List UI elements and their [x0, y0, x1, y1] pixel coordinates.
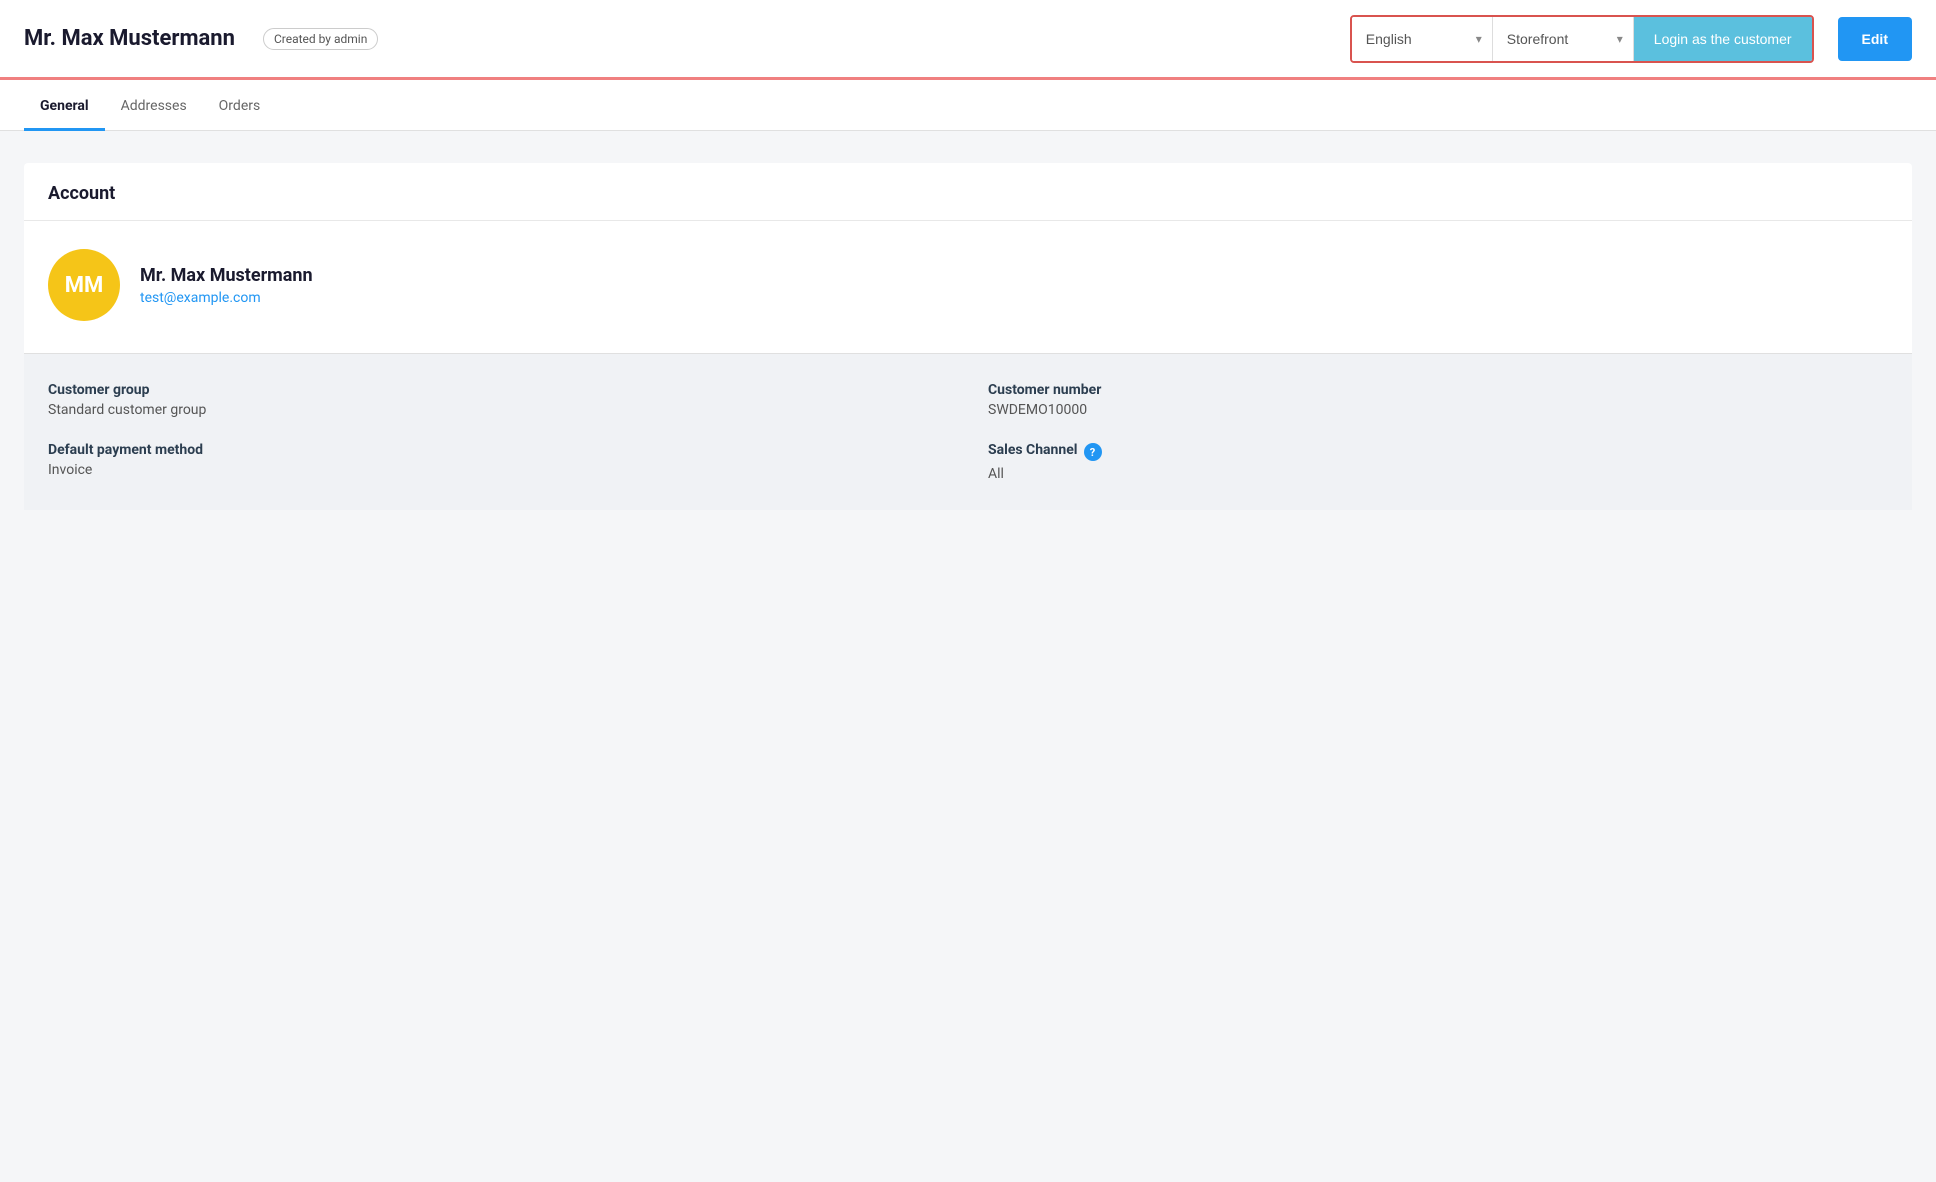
- sales-channel-label: Sales Channel: [988, 442, 1078, 458]
- customer-number-value: SWDEMO10000: [988, 402, 1888, 418]
- default-payment-item: Default payment method Invoice: [48, 442, 948, 482]
- language-select-wrapper: English German French ▾: [1352, 17, 1493, 61]
- account-info: MM Mr. Max Mustermann test@example.com: [48, 249, 1888, 321]
- account-details: Mr. Max Mustermann test@example.com: [140, 265, 313, 306]
- customer-group-label: Customer group: [48, 382, 948, 398]
- account-full-name: Mr. Max Mustermann: [140, 265, 313, 286]
- tab-orders[interactable]: Orders: [203, 80, 277, 131]
- customer-number-item: Customer number SWDEMO10000: [988, 382, 1888, 418]
- sales-channel-label-row: Sales Channel ?: [988, 442, 1888, 462]
- avatar: MM: [48, 249, 120, 321]
- help-icon[interactable]: ?: [1084, 443, 1102, 461]
- metadata-section: Customer group Standard customer group C…: [24, 353, 1912, 510]
- tabs-bar: General Addresses Orders: [0, 80, 1936, 131]
- storefront-select-wrapper: Storefront Headless ▾: [1493, 17, 1634, 61]
- page-title: Mr. Max Mustermann: [24, 26, 235, 51]
- account-section-title: Account: [48, 183, 115, 204]
- customer-group-value: Standard customer group: [48, 402, 948, 418]
- sales-channel-value: All: [988, 466, 1888, 482]
- account-card-header: Account: [24, 163, 1912, 221]
- default-payment-value: Invoice: [48, 462, 948, 478]
- account-card: Account MM Mr. Max Mustermann test@examp…: [24, 163, 1912, 510]
- storefront-select[interactable]: Storefront Headless: [1493, 17, 1633, 61]
- header-actions-group: English German French ▾ Storefront Headl…: [1350, 15, 1814, 63]
- page-header: Mr. Max Mustermann Created by admin Engl…: [0, 0, 1936, 80]
- tab-general[interactable]: General: [24, 80, 105, 131]
- sales-channel-item: Sales Channel ? All: [988, 442, 1888, 482]
- tab-addresses[interactable]: Addresses: [105, 80, 203, 131]
- customer-number-label: Customer number: [988, 382, 1888, 398]
- login-as-customer-button[interactable]: Login as the customer: [1634, 17, 1812, 61]
- default-payment-label: Default payment method: [48, 442, 948, 458]
- account-email[interactable]: test@example.com: [140, 290, 313, 306]
- language-select[interactable]: English German French: [1352, 17, 1492, 61]
- customer-group-item: Customer group Standard customer group: [48, 382, 948, 418]
- account-card-body: MM Mr. Max Mustermann test@example.com: [24, 221, 1912, 353]
- created-by-badge: Created by admin: [263, 28, 378, 50]
- edit-button[interactable]: Edit: [1838, 17, 1912, 61]
- main-content: Account MM Mr. Max Mustermann test@examp…: [0, 131, 1936, 542]
